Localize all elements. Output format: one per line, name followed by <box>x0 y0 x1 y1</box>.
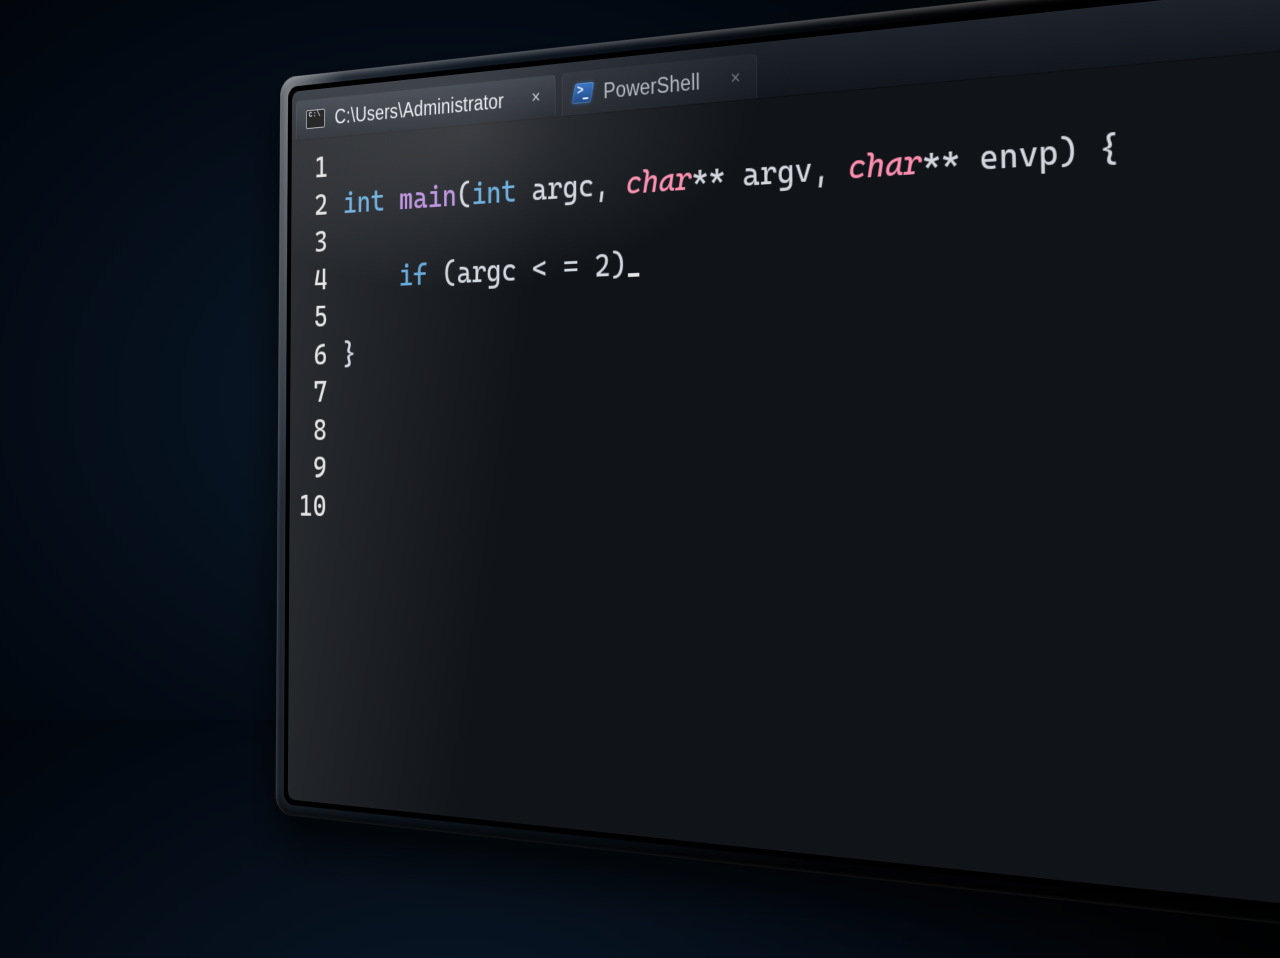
tab-cmd-title: C:\Users\Administrator <box>335 89 505 129</box>
tab-powershell-title: PowerShell <box>603 69 700 103</box>
close-icon[interactable]: × <box>730 67 740 90</box>
cmd-icon <box>306 109 325 130</box>
scene: C:\Users\Administrator × PowerShell × – <box>0 0 1280 720</box>
powershell-icon <box>571 82 594 104</box>
monitor: C:\Users\Administrator × PowerShell × – <box>288 0 1280 939</box>
close-icon[interactable]: × <box>531 87 540 109</box>
